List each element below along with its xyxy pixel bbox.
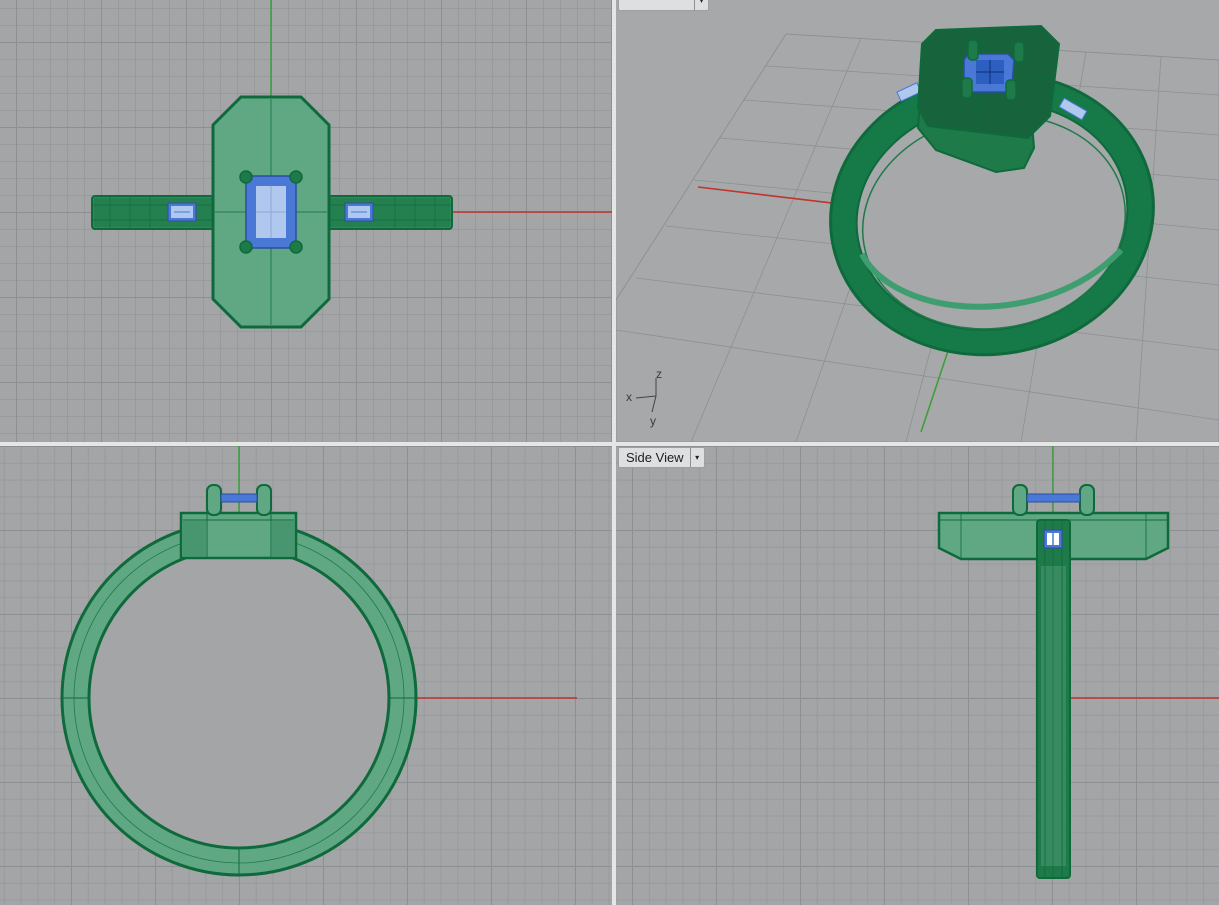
side-stone-left[interactable] <box>167 202 197 222</box>
perspective-viewport[interactable]: ▾ z x y <box>616 0 1219 442</box>
front-view-canvas <box>60 446 577 877</box>
perspective-viewport-label[interactable]: ▾ <box>618 0 709 11</box>
side-viewport-label[interactable]: Side View ▾ <box>618 447 705 468</box>
center-stone-top[interactable] <box>245 175 297 249</box>
side-stone-right[interactable] <box>344 202 374 222</box>
ring-head-front[interactable] <box>179 511 298 560</box>
side-stone-side[interactable] <box>1043 529 1063 549</box>
side-viewport[interactable]: Side View ▾ <box>616 446 1219 905</box>
chevron-down-icon[interactable]: ▾ <box>694 0 708 10</box>
chevron-down-icon[interactable]: ▾ <box>689 448 704 467</box>
side-view-canvas <box>937 446 1219 879</box>
perspective-view-canvas: z x y <box>616 24 1219 442</box>
center-stone-side[interactable] <box>1026 493 1081 503</box>
ring-shank-side[interactable] <box>1036 519 1071 879</box>
top-viewport[interactable] <box>0 0 612 442</box>
top-view-canvas <box>91 0 612 329</box>
center-stone-front[interactable] <box>220 493 258 503</box>
axis-y-label: y <box>650 414 656 428</box>
axis-x-label: x <box>626 390 632 404</box>
axis-z-label: z <box>656 367 662 381</box>
side-label-text: Side View <box>626 450 684 465</box>
front-viewport[interactable] <box>0 446 612 905</box>
ring-band-front[interactable] <box>60 519 418 877</box>
